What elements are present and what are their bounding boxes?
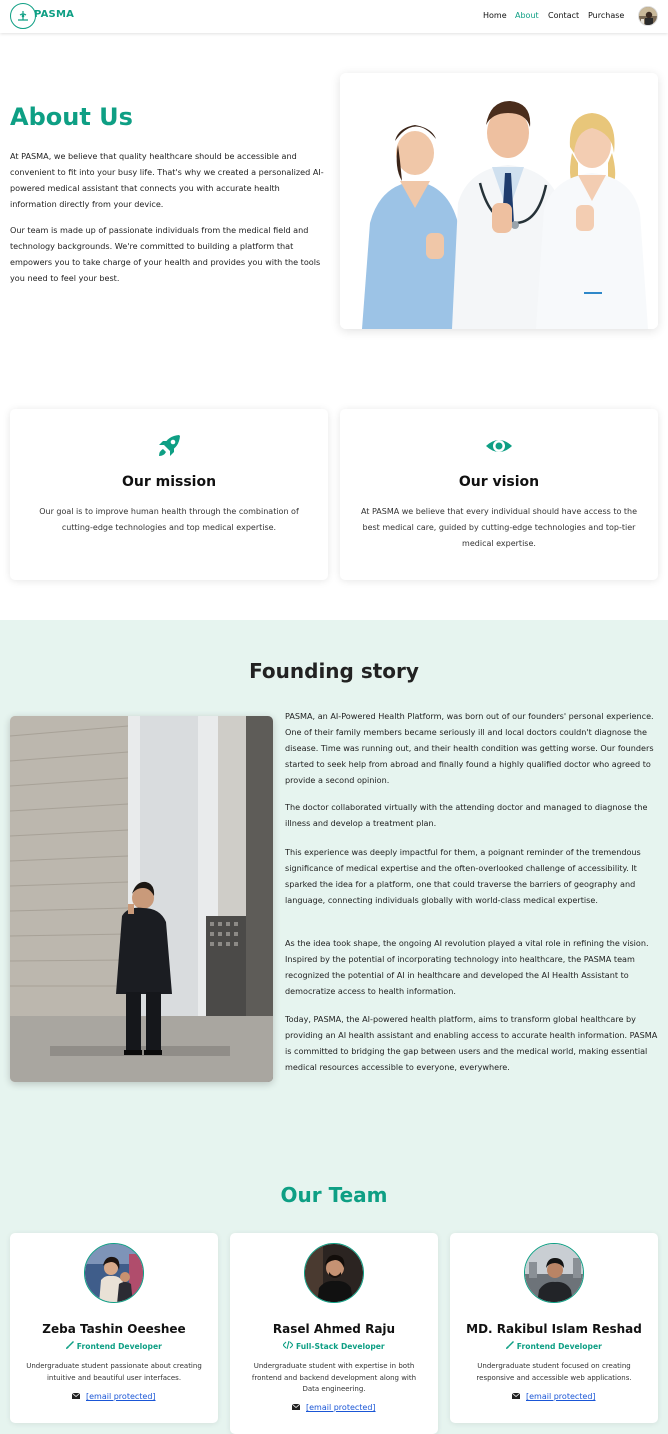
founding-paragraph-1: PASMA, an AI-Powered Health Platform, wa…: [285, 711, 654, 785]
rocket-icon: [154, 431, 184, 461]
nav-about[interactable]: About: [515, 11, 539, 20]
brush-icon: [506, 1341, 517, 1351]
avatar: [84, 1243, 144, 1303]
about-paragraph-2: Our team is made up of passionate indivi…: [10, 225, 321, 283]
member-role: Full-Stack Developer: [230, 1340, 438, 1351]
vision-title: Our vision: [458, 474, 540, 490]
member-role: Frontend Developer: [450, 1341, 658, 1351]
about-title: About Us: [10, 103, 133, 131]
code-icon: [282, 1340, 296, 1351]
mission-title: Our mission: [121, 474, 217, 490]
logo-text[interactable]: PASMA: [34, 9, 74, 20]
logo-icon[interactable]: [10, 3, 36, 29]
member-name: Zeba Tashin Oeeshee: [42, 1322, 186, 1336]
member-desc: Undergraduate student with expertise in …: [251, 1362, 417, 1393]
member-role: Frontend Developer: [10, 1341, 218, 1351]
vision-text: At PASMA we believe that every individua…: [360, 507, 638, 548]
team-title: Our Team: [280, 1183, 388, 1207]
founding-title: Founding story: [249, 659, 419, 683]
member-name: Rasel Ahmed Raju: [272, 1322, 396, 1336]
mission-text: Our goal is to improve human health thro…: [39, 507, 299, 532]
founding-paragraph-5: Today, PASMA, the AI-powered health plat…: [285, 1014, 658, 1072]
founder-photo: [10, 716, 273, 1082]
avatar: [304, 1243, 364, 1303]
member-email: [email protected]: [450, 1392, 658, 1401]
member-desc: Undergraduate student passionate about c…: [26, 1362, 202, 1382]
member-email: [email protected]: [10, 1392, 218, 1401]
email-link[interactable]: [email protected]: [526, 1392, 596, 1401]
team-card: MD. Rakibul Islam Reshad Frontend Develo…: [450, 1233, 658, 1423]
founding-paragraph-4: As the idea took shape, the ongoing AI r…: [285, 938, 649, 996]
team-card: Zeba Tashin Oeeshee Frontend Developer U…: [10, 1233, 218, 1423]
top-navbar: PASMA Home About Contact Purchase: [0, 0, 668, 33]
avatar: [524, 1243, 584, 1303]
founding-paragraph-3: This experience was deeply impactful for…: [285, 847, 641, 905]
vision-card: Our vision At PASMA we believe that ever…: [340, 409, 658, 580]
member-email: [email protected]: [230, 1403, 438, 1412]
mission-card: Our mission Our goal is to improve human…: [10, 409, 328, 580]
email-link[interactable]: [email protected]: [306, 1403, 376, 1412]
member-desc: Undergraduate student focused on creatin…: [476, 1362, 632, 1382]
about-paragraph-1: At PASMA, we believe that quality health…: [10, 151, 324, 209]
envelope-icon: [292, 1403, 303, 1412]
member-name: MD. Rakibul Islam Reshad: [466, 1322, 642, 1336]
brush-icon: [66, 1341, 77, 1351]
nav-contact[interactable]: Contact: [548, 11, 579, 20]
envelope-icon: [72, 1392, 83, 1401]
nav-purchase[interactable]: Purchase: [588, 11, 624, 20]
email-link[interactable]: [email protected]: [86, 1392, 156, 1401]
user-avatar[interactable]: [638, 6, 658, 26]
envelope-icon: [512, 1392, 523, 1401]
team-card: Rasel Ahmed Raju Full-Stack Developer Un…: [230, 1233, 438, 1434]
eye-icon: [484, 431, 514, 461]
founding-paragraph-2: The doctor collaborated virtually with t…: [285, 802, 648, 828]
nav-home[interactable]: Home: [483, 11, 507, 20]
doctors-image: [340, 73, 658, 329]
